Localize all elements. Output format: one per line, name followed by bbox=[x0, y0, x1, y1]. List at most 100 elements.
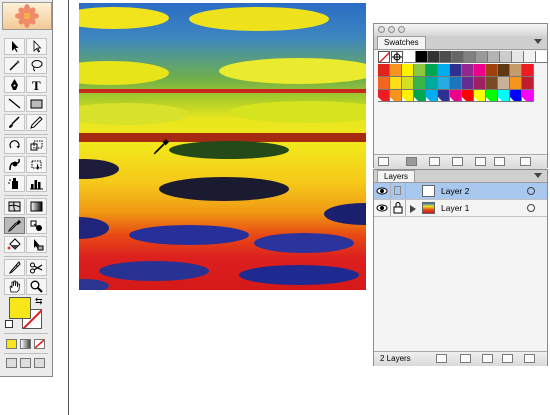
rectangle-tool-icon[interactable] bbox=[26, 95, 47, 112]
tab-swatches[interactable]: Swatches bbox=[377, 36, 426, 49]
color-swatch[interactable] bbox=[426, 64, 438, 77]
lock-icon[interactable] bbox=[391, 200, 406, 216]
color-group-swatch[interactable] bbox=[486, 90, 498, 102]
paintbrush-tool-icon[interactable] bbox=[4, 114, 25, 131]
color-swatch[interactable] bbox=[414, 64, 426, 77]
expand-triangle-icon[interactable] bbox=[410, 205, 416, 213]
new-swatch-button[interactable] bbox=[494, 157, 505, 166]
color-swatch[interactable] bbox=[462, 77, 474, 90]
symbol-sprayer-tool-icon[interactable] bbox=[4, 175, 25, 192]
color-swatch[interactable] bbox=[498, 77, 510, 90]
create-new-sublayer-button[interactable] bbox=[460, 354, 471, 363]
live-paint-bucket-tool-icon[interactable] bbox=[4, 236, 25, 253]
show-color-swatches-button[interactable] bbox=[429, 157, 440, 166]
color-swatch[interactable] bbox=[486, 77, 498, 90]
type-tool-icon[interactable]: T bbox=[26, 76, 47, 93]
color-swatch[interactable] bbox=[438, 77, 450, 90]
slice-tool-icon[interactable] bbox=[4, 259, 25, 276]
color-swatch[interactable] bbox=[378, 64, 390, 77]
color-swatch[interactable] bbox=[510, 77, 522, 90]
color-swatch[interactable] bbox=[522, 64, 534, 77]
none-swatch[interactable] bbox=[378, 51, 390, 63]
color-swatch[interactable] bbox=[462, 64, 474, 77]
create-new-layer-button[interactable] bbox=[482, 354, 493, 363]
show-pattern-swatches-button[interactable] bbox=[475, 157, 486, 166]
color-swatch[interactable] bbox=[498, 64, 510, 77]
full-screen-mode-button[interactable] bbox=[34, 358, 45, 368]
color-swatch[interactable] bbox=[402, 64, 414, 77]
gradient-tool-icon[interactable] bbox=[26, 198, 47, 215]
color-swatch[interactable] bbox=[390, 64, 402, 77]
color-swatch[interactable] bbox=[450, 64, 462, 77]
registration-swatch[interactable] bbox=[391, 51, 403, 63]
color-group-swatch[interactable] bbox=[378, 90, 390, 102]
panel-menu-icon[interactable] bbox=[534, 39, 542, 44]
panel-menu-icon[interactable] bbox=[534, 173, 542, 178]
color-swatch[interactable] bbox=[438, 64, 450, 77]
visibility-eye-icon[interactable] bbox=[374, 200, 391, 216]
zoom-icon[interactable] bbox=[398, 26, 405, 33]
default-fill-stroke-icon[interactable] bbox=[5, 320, 13, 328]
color-swatch[interactable] bbox=[474, 77, 486, 90]
color-swatch[interactable] bbox=[404, 51, 416, 63]
color-swatch[interactable] bbox=[414, 77, 426, 90]
scissors-tool-icon[interactable] bbox=[26, 259, 47, 276]
zoom-tool-icon[interactable] bbox=[26, 278, 47, 295]
color-mode-button[interactable] bbox=[6, 339, 17, 349]
color-group-swatch[interactable] bbox=[510, 90, 522, 102]
selection-tool-icon[interactable] bbox=[4, 38, 25, 55]
color-group-swatch[interactable] bbox=[402, 90, 414, 102]
delete-swatch-trash-icon[interactable] bbox=[520, 157, 531, 166]
color-swatch[interactable] bbox=[464, 51, 476, 63]
color-swatch[interactable] bbox=[488, 51, 500, 63]
color-swatch[interactable] bbox=[452, 51, 464, 63]
make-clipping-mask-button[interactable] bbox=[436, 354, 447, 363]
lock-toggle[interactable] bbox=[391, 183, 406, 199]
show-gradient-swatches-button[interactable] bbox=[452, 157, 463, 166]
minimize-icon[interactable] bbox=[388, 26, 395, 33]
pencil-tool-icon[interactable] bbox=[26, 114, 47, 131]
color-swatch[interactable] bbox=[402, 77, 414, 90]
hand-tool-icon[interactable] bbox=[4, 278, 25, 295]
color-group-swatch[interactable] bbox=[390, 90, 402, 102]
line-segment-tool-icon[interactable] bbox=[4, 95, 25, 112]
blend-tool-icon[interactable] bbox=[26, 217, 47, 234]
none-mode-button[interactable] bbox=[34, 339, 45, 349]
rotate-tool-icon[interactable] bbox=[4, 137, 25, 154]
color-swatch[interactable] bbox=[536, 51, 548, 63]
standard-screen-mode-button[interactable] bbox=[6, 358, 17, 368]
color-group-swatch[interactable] bbox=[462, 90, 474, 102]
warp-tool-icon[interactable] bbox=[4, 156, 25, 173]
live-paint-selection-tool-icon[interactable] bbox=[26, 236, 47, 253]
free-transform-tool-icon[interactable] bbox=[26, 156, 47, 173]
artwork-image[interactable] bbox=[79, 3, 366, 290]
color-group-swatch[interactable] bbox=[438, 90, 450, 102]
color-swatch[interactable] bbox=[476, 51, 488, 63]
new-layer-button[interactable] bbox=[502, 354, 513, 363]
color-swatch[interactable] bbox=[524, 51, 536, 63]
show-all-swatches-button[interactable] bbox=[406, 157, 417, 166]
full-screen-menu-mode-button[interactable] bbox=[20, 358, 31, 368]
color-swatch[interactable] bbox=[428, 51, 440, 63]
color-group-swatch[interactable] bbox=[498, 90, 510, 102]
layer-row[interactable]: Layer 2 bbox=[374, 183, 547, 200]
pen-tool-icon[interactable] bbox=[4, 76, 25, 93]
fill-color-swatch[interactable] bbox=[9, 297, 31, 319]
magic-wand-tool-icon[interactable] bbox=[4, 57, 25, 74]
gradient-mode-button[interactable] bbox=[20, 339, 31, 349]
color-group-swatch[interactable] bbox=[414, 90, 426, 102]
swap-fill-stroke-icon[interactable]: ⇆ bbox=[35, 296, 43, 307]
color-swatch[interactable] bbox=[486, 64, 498, 77]
color-swatch[interactable] bbox=[522, 77, 534, 90]
swatch-libraries-button[interactable] bbox=[378, 157, 389, 166]
close-icon[interactable] bbox=[378, 26, 385, 33]
color-swatch[interactable] bbox=[500, 51, 512, 63]
layer-target-icon[interactable] bbox=[527, 204, 535, 212]
layer-row[interactable]: Layer 1 bbox=[374, 200, 547, 217]
color-group-swatch[interactable] bbox=[450, 90, 462, 102]
color-swatch[interactable] bbox=[510, 64, 522, 77]
color-group-swatch[interactable] bbox=[426, 90, 438, 102]
mesh-tool-icon[interactable] bbox=[4, 198, 25, 215]
scale-tool-icon[interactable] bbox=[26, 137, 47, 154]
color-group-swatch[interactable] bbox=[522, 90, 534, 102]
